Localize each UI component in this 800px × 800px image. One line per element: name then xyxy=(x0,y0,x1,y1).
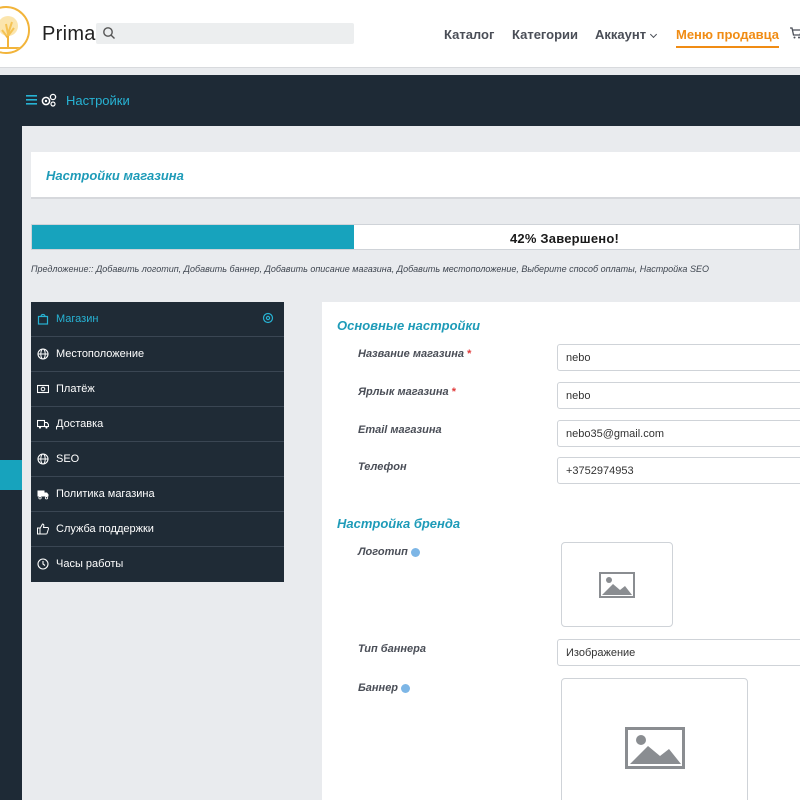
gears-icon xyxy=(41,93,57,107)
progress-fill xyxy=(32,225,354,249)
top-header: Prima Каталог Категории Аккаунт Меню про… xyxy=(0,0,800,68)
banner-type-label: Тип баннера xyxy=(358,643,426,655)
brand-name[interactable]: Prima xyxy=(42,23,96,46)
banner-label: Баннер xyxy=(358,682,411,694)
search-input[interactable] xyxy=(122,23,350,44)
toolbar-title[interactable]: Настройки xyxy=(66,93,130,108)
clock-icon xyxy=(37,558,49,570)
search-icon xyxy=(103,27,115,39)
help-icon[interactable] xyxy=(401,684,411,693)
required-mark: * xyxy=(451,386,456,398)
logo-label-text: Логотип xyxy=(358,546,408,558)
suggestion-text: Предложение:: Добавить логотип, Добавить… xyxy=(31,264,709,274)
banner-upload-box[interactable] xyxy=(561,678,748,800)
left-sidebar-active-item[interactable] xyxy=(0,460,22,490)
menu-item-seo[interactable]: SEO xyxy=(31,442,284,477)
tree-logo-icon xyxy=(0,10,28,52)
store-name-label: Название магазина * xyxy=(358,348,471,360)
store-email-label: Email магазина xyxy=(358,424,442,436)
nav-catalog[interactable]: Каталог xyxy=(444,27,494,42)
phone-label: Телефон xyxy=(358,461,407,473)
gear-icon[interactable] xyxy=(262,312,274,324)
chevron-down-icon xyxy=(650,30,658,39)
menu-item-store-policy[interactable]: Политика магазина xyxy=(31,477,284,512)
help-icon[interactable] xyxy=(410,548,420,557)
page-title: Настройки магазина xyxy=(46,168,184,183)
menu-item-label: Доставка xyxy=(56,418,104,430)
basic-settings-title: Основные настройки xyxy=(337,318,481,333)
store-name-label-text: Название магазина xyxy=(358,348,465,360)
menu-item-location[interactable]: Местоположение xyxy=(31,337,284,372)
store-slug-label-text: Ярлык магазина xyxy=(358,386,449,398)
settings-menu: Магазин Местоположение Платёж Доставка S… xyxy=(31,302,284,582)
nav-account-label: Аккаунт xyxy=(595,27,647,42)
banner-type-select[interactable]: Изображение xyxy=(557,639,800,666)
completion-progress: 42% Завершено! xyxy=(31,224,800,250)
money-icon xyxy=(37,384,49,394)
brand-settings-title: Настройка бренда xyxy=(337,516,461,531)
truck-icon xyxy=(37,419,49,429)
hamburger-menu-icon[interactable] xyxy=(26,95,37,105)
menu-item-label: Магазин xyxy=(56,313,99,325)
nav-categories[interactable]: Категории xyxy=(512,27,578,42)
menu-item-label: SEO xyxy=(56,453,80,465)
store-slug-input[interactable] xyxy=(557,382,800,409)
cart-icon[interactable] xyxy=(789,26,800,40)
banner-label-text: Баннер xyxy=(358,682,399,694)
menu-item-label: Часы работы xyxy=(56,558,124,570)
menu-item-label: Местоположение xyxy=(56,348,145,360)
logo-label: Логотип xyxy=(358,546,420,558)
menu-item-support[interactable]: Служба поддержки xyxy=(31,512,284,547)
page-title-card: Настройки магазина xyxy=(31,152,800,199)
store-name-input[interactable] xyxy=(557,344,800,371)
nav-seller-menu[interactable]: Меню продавца xyxy=(676,27,780,48)
logo-upload-box[interactable] xyxy=(561,542,673,627)
menu-item-delivery[interactable]: Доставка xyxy=(31,407,284,442)
menu-item-store[interactable]: Магазин xyxy=(31,302,284,337)
thumbs-up-icon xyxy=(37,523,49,535)
search-bar[interactable] xyxy=(96,23,354,44)
menu-item-label: Политика магазина xyxy=(56,488,155,500)
shopping-bag-icon xyxy=(37,313,49,325)
progress-label: 42% Завершено! xyxy=(510,231,619,246)
menu-item-label: Служба поддержки xyxy=(56,523,154,535)
menu-item-label: Платёж xyxy=(56,383,95,395)
menu-item-payment[interactable]: Платёж xyxy=(31,372,284,407)
phone-input[interactable] xyxy=(557,457,800,484)
required-mark: * xyxy=(467,348,472,360)
image-placeholder-icon xyxy=(599,572,635,598)
store-email-input[interactable] xyxy=(557,420,800,447)
nav-account[interactable]: Аккаунт xyxy=(595,27,658,42)
site-logo[interactable] xyxy=(0,6,30,54)
shipping-truck-icon xyxy=(37,490,49,500)
image-placeholder-icon xyxy=(625,727,685,769)
menu-item-working-hours[interactable]: Часы работы xyxy=(31,547,284,582)
globe-icon xyxy=(37,453,49,465)
globe-icon xyxy=(37,348,49,360)
store-slug-label: Ярлык магазина * xyxy=(358,386,456,398)
